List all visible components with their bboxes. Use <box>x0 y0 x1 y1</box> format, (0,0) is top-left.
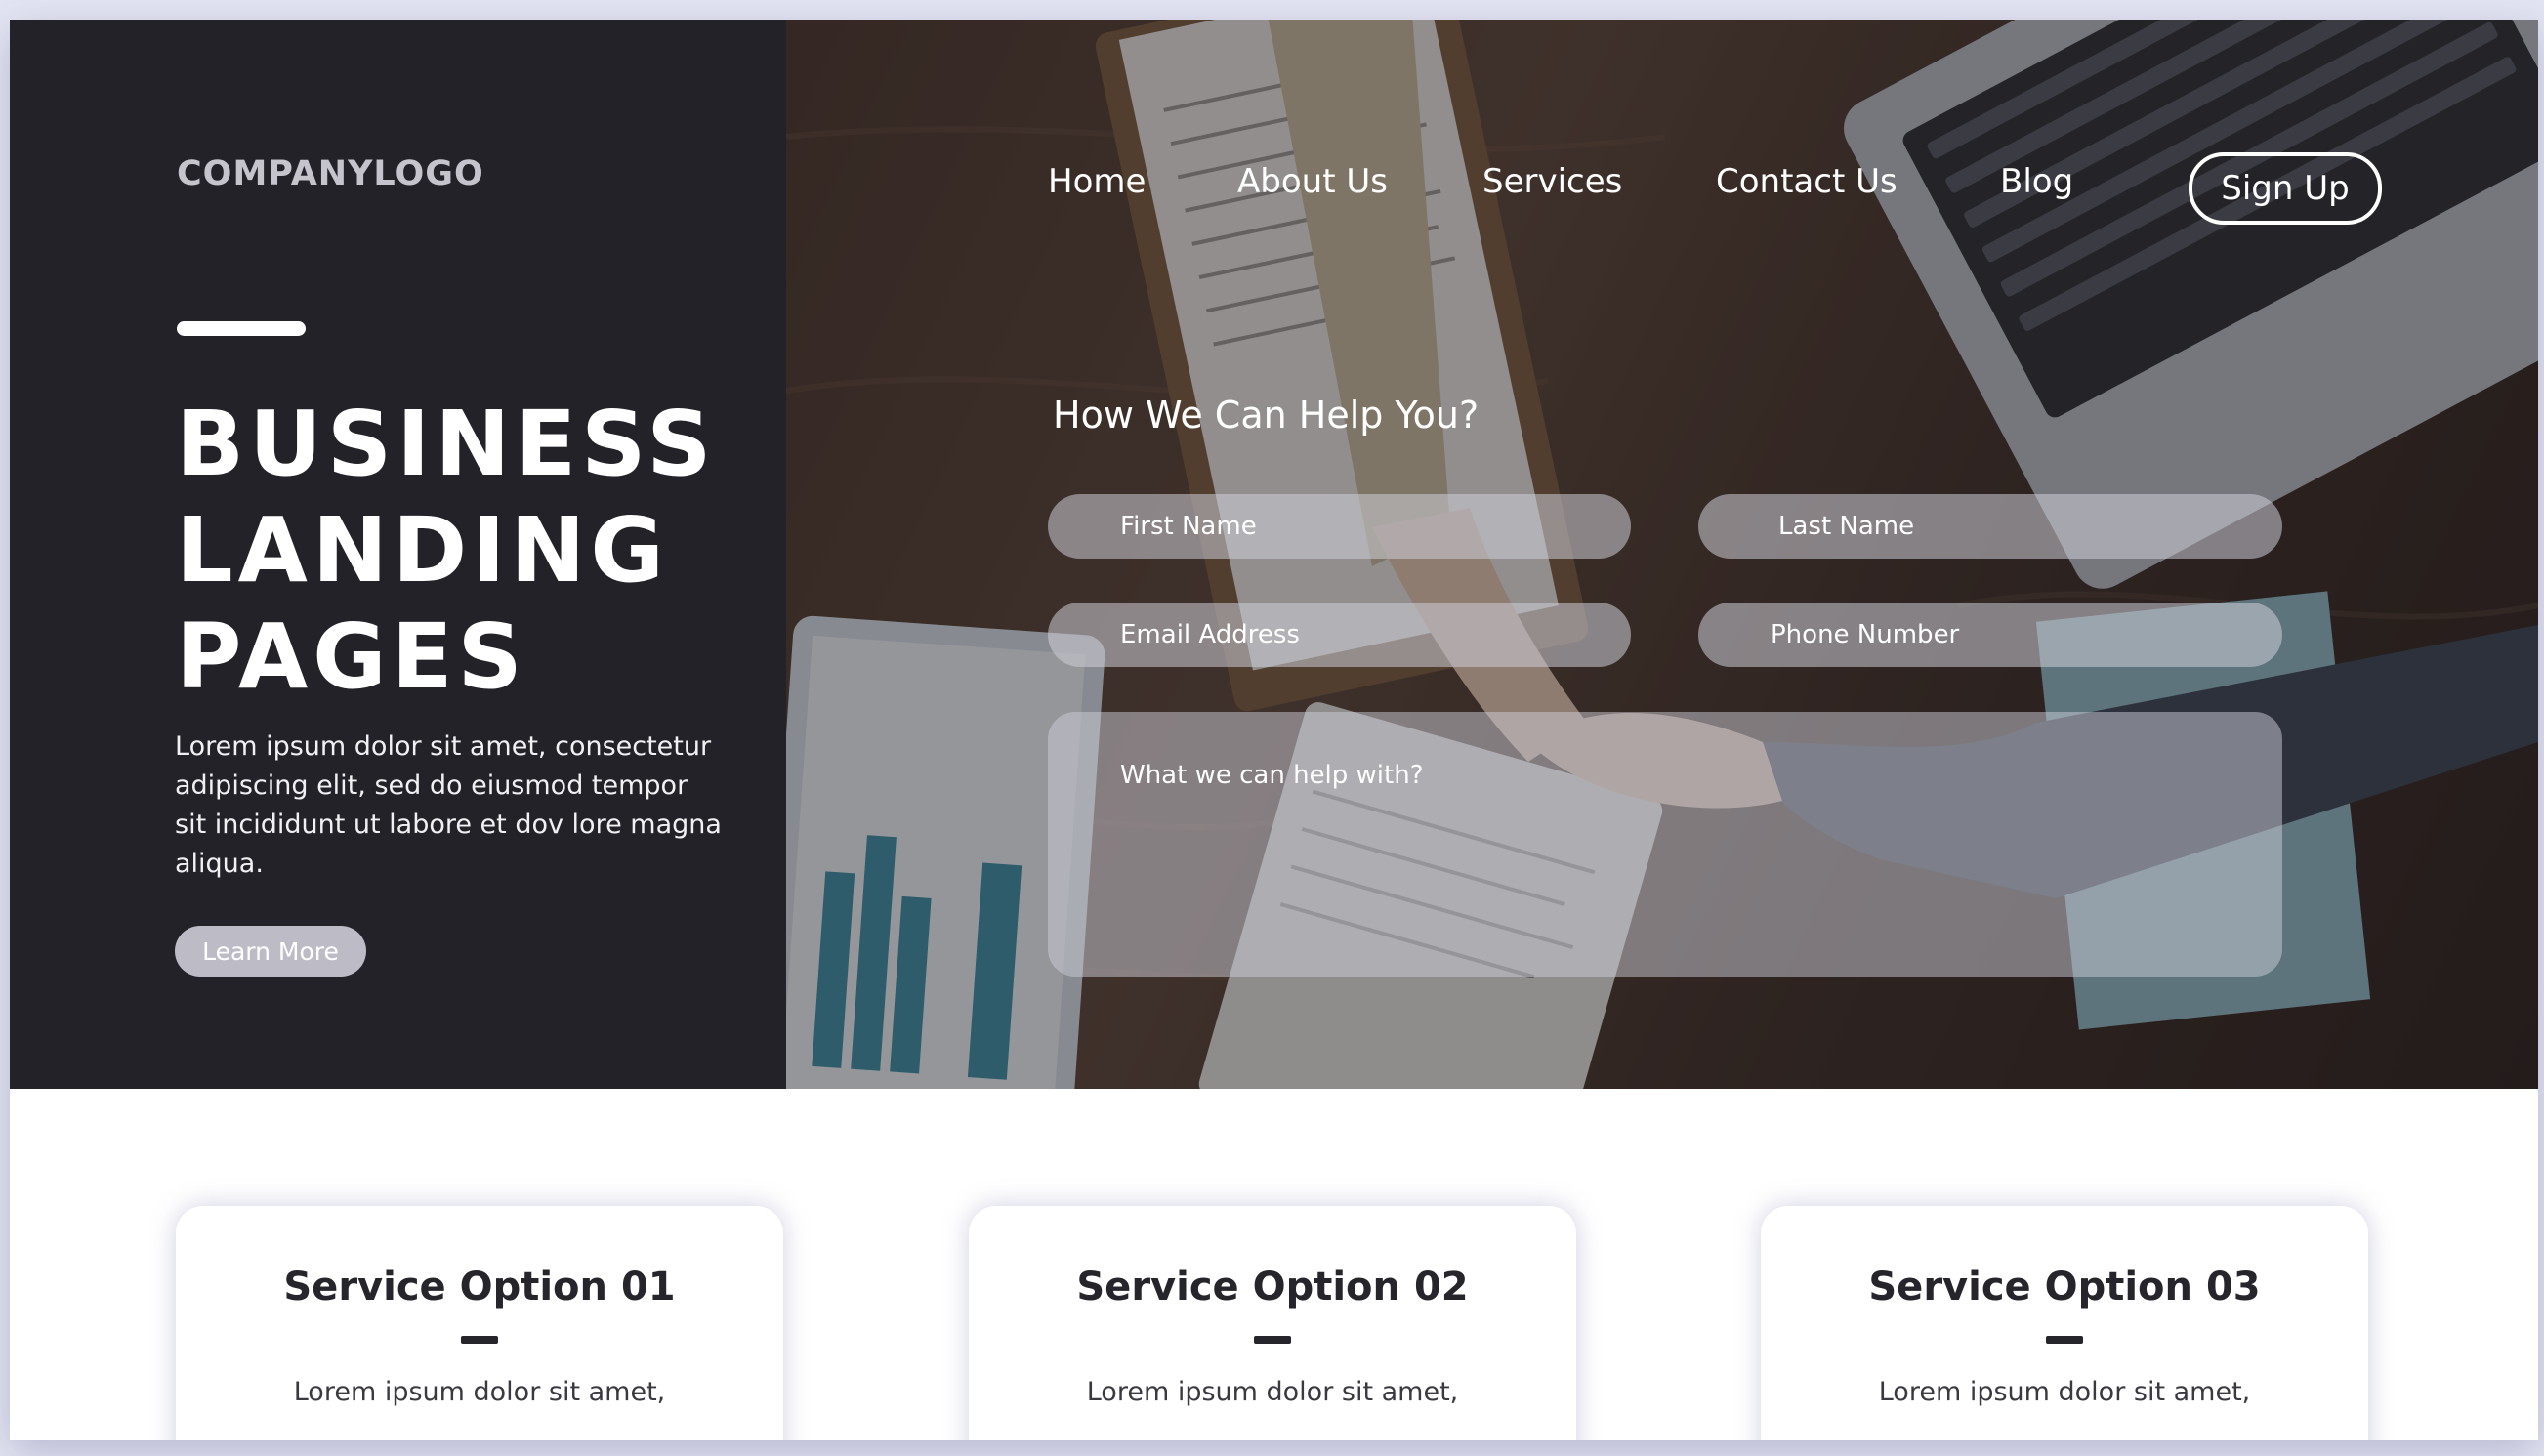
service-card-divider <box>1254 1336 1291 1344</box>
landing-page: COMPANYLOGO BUSINESS LANDING PAGES Lorem… <box>10 20 2538 1440</box>
headline-line-1: BUSINESS <box>176 392 717 496</box>
email-field[interactable]: Email Address <box>1048 603 1631 667</box>
service-card-text: Lorem ipsum dolor sit amet, <box>1086 1377 1459 1407</box>
service-card-2[interactable]: Service Option 02 Lorem ipsum dolor sit … <box>969 1206 1576 1440</box>
service-card-title: Service Option 03 <box>1868 1265 2261 1310</box>
headline-line-3: PAGES <box>176 604 527 709</box>
learn-more-button[interactable]: Learn More <box>175 926 366 977</box>
nav-contact-link[interactable]: Contact Us <box>1716 162 1898 201</box>
service-card-1[interactable]: Service Option 01 Lorem ipsum dolor sit … <box>176 1206 783 1440</box>
hero-left-panel: COMPANYLOGO BUSINESS LANDING PAGES Lorem… <box>10 20 786 1089</box>
nav-services-link[interactable]: Services <box>1482 162 1622 201</box>
message-textarea[interactable]: What we can help with? <box>1048 712 2282 977</box>
service-card-divider <box>2046 1336 2083 1344</box>
nav-blog-link[interactable]: Blog <box>2000 162 2073 201</box>
service-card-title: Service Option 02 <box>1076 1265 1469 1310</box>
phone-field[interactable]: Phone Number <box>1698 603 2282 667</box>
hero-photo-area: Home About Us Services Contact Us Blog S… <box>786 20 2538 1089</box>
service-card-text: Lorem ipsum dolor sit amet, <box>293 1377 666 1407</box>
headline-accent-bar <box>177 321 306 336</box>
nav-about-link[interactable]: About Us <box>1237 162 1388 201</box>
service-card-title: Service Option 01 <box>283 1265 676 1310</box>
service-card-divider <box>461 1336 498 1344</box>
hero-headline: BUSINESS LANDING PAGES <box>176 391 781 710</box>
services-section: Service Option 01 Lorem ipsum dolor sit … <box>10 1089 2538 1440</box>
nav-home-link[interactable]: Home <box>1048 162 1146 201</box>
service-card-text: Lorem ipsum dolor sit amet, <box>1878 1377 2251 1407</box>
sign-up-button[interactable]: Sign Up <box>2189 152 2382 225</box>
main-navigation: Home About Us Services Contact Us Blog S… <box>786 152 2538 227</box>
hero-intro-text: Lorem ipsum dolor sit amet, consectetur … <box>175 731 722 879</box>
last-name-field[interactable]: Last Name <box>1698 494 2282 559</box>
headline-line-2: LANDING <box>176 498 669 603</box>
form-heading: How We Can Help You? <box>1053 394 1480 437</box>
company-logo[interactable]: COMPANYLOGO <box>177 154 484 193</box>
first-name-field[interactable]: First Name <box>1048 494 1631 559</box>
service-card-3[interactable]: Service Option 03 Lorem ipsum dolor sit … <box>1761 1206 2368 1440</box>
